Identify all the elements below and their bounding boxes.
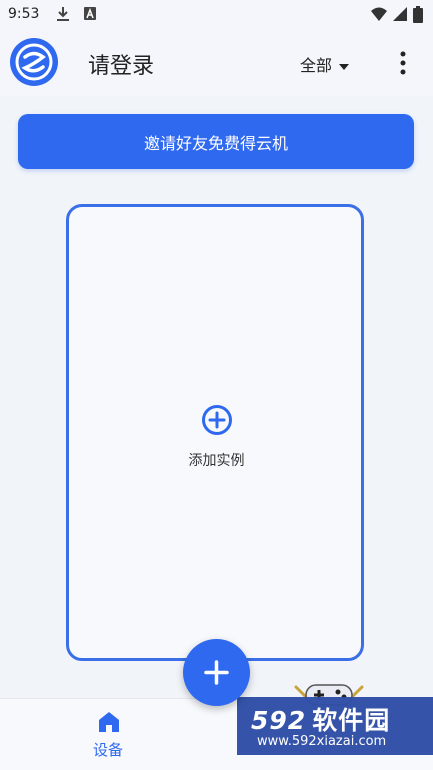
wifi-icon	[370, 6, 388, 26]
add-instance-label: 添加实例	[188, 453, 245, 469]
more-options-button[interactable]	[392, 50, 414, 76]
filter-dropdown[interactable]: 全部	[300, 52, 350, 76]
add-fab-button[interactable]	[183, 639, 250, 706]
signal-icon	[392, 6, 408, 26]
watermark-url: www.592xiazai.com	[257, 734, 387, 749]
notification-a-icon	[83, 6, 97, 26]
nav-item-device-label: 设备	[92, 741, 123, 759]
more-vertical-icon	[400, 51, 406, 75]
watermark-brand: 592 软件园	[251, 706, 391, 735]
page-title[interactable]: 请登录	[88, 48, 154, 80]
invite-friends-button[interactable]: 邀请好友免费得云机	[18, 114, 414, 169]
filter-label: 全部	[300, 56, 333, 75]
caret-down-icon	[339, 55, 350, 74]
app-bar: 请登录 全部	[0, 30, 433, 96]
add-circle-icon[interactable]	[201, 404, 233, 436]
watermark-overlay: 592 软件园 www.592xiazai.com	[237, 697, 433, 755]
battery-icon	[413, 6, 423, 27]
app-logo-icon	[10, 38, 58, 86]
home-icon	[98, 711, 120, 737]
status-time: 9:53	[8, 6, 40, 22]
plus-icon	[204, 660, 229, 685]
download-icon	[56, 6, 70, 26]
status-bar: 9:53	[0, 0, 433, 30]
